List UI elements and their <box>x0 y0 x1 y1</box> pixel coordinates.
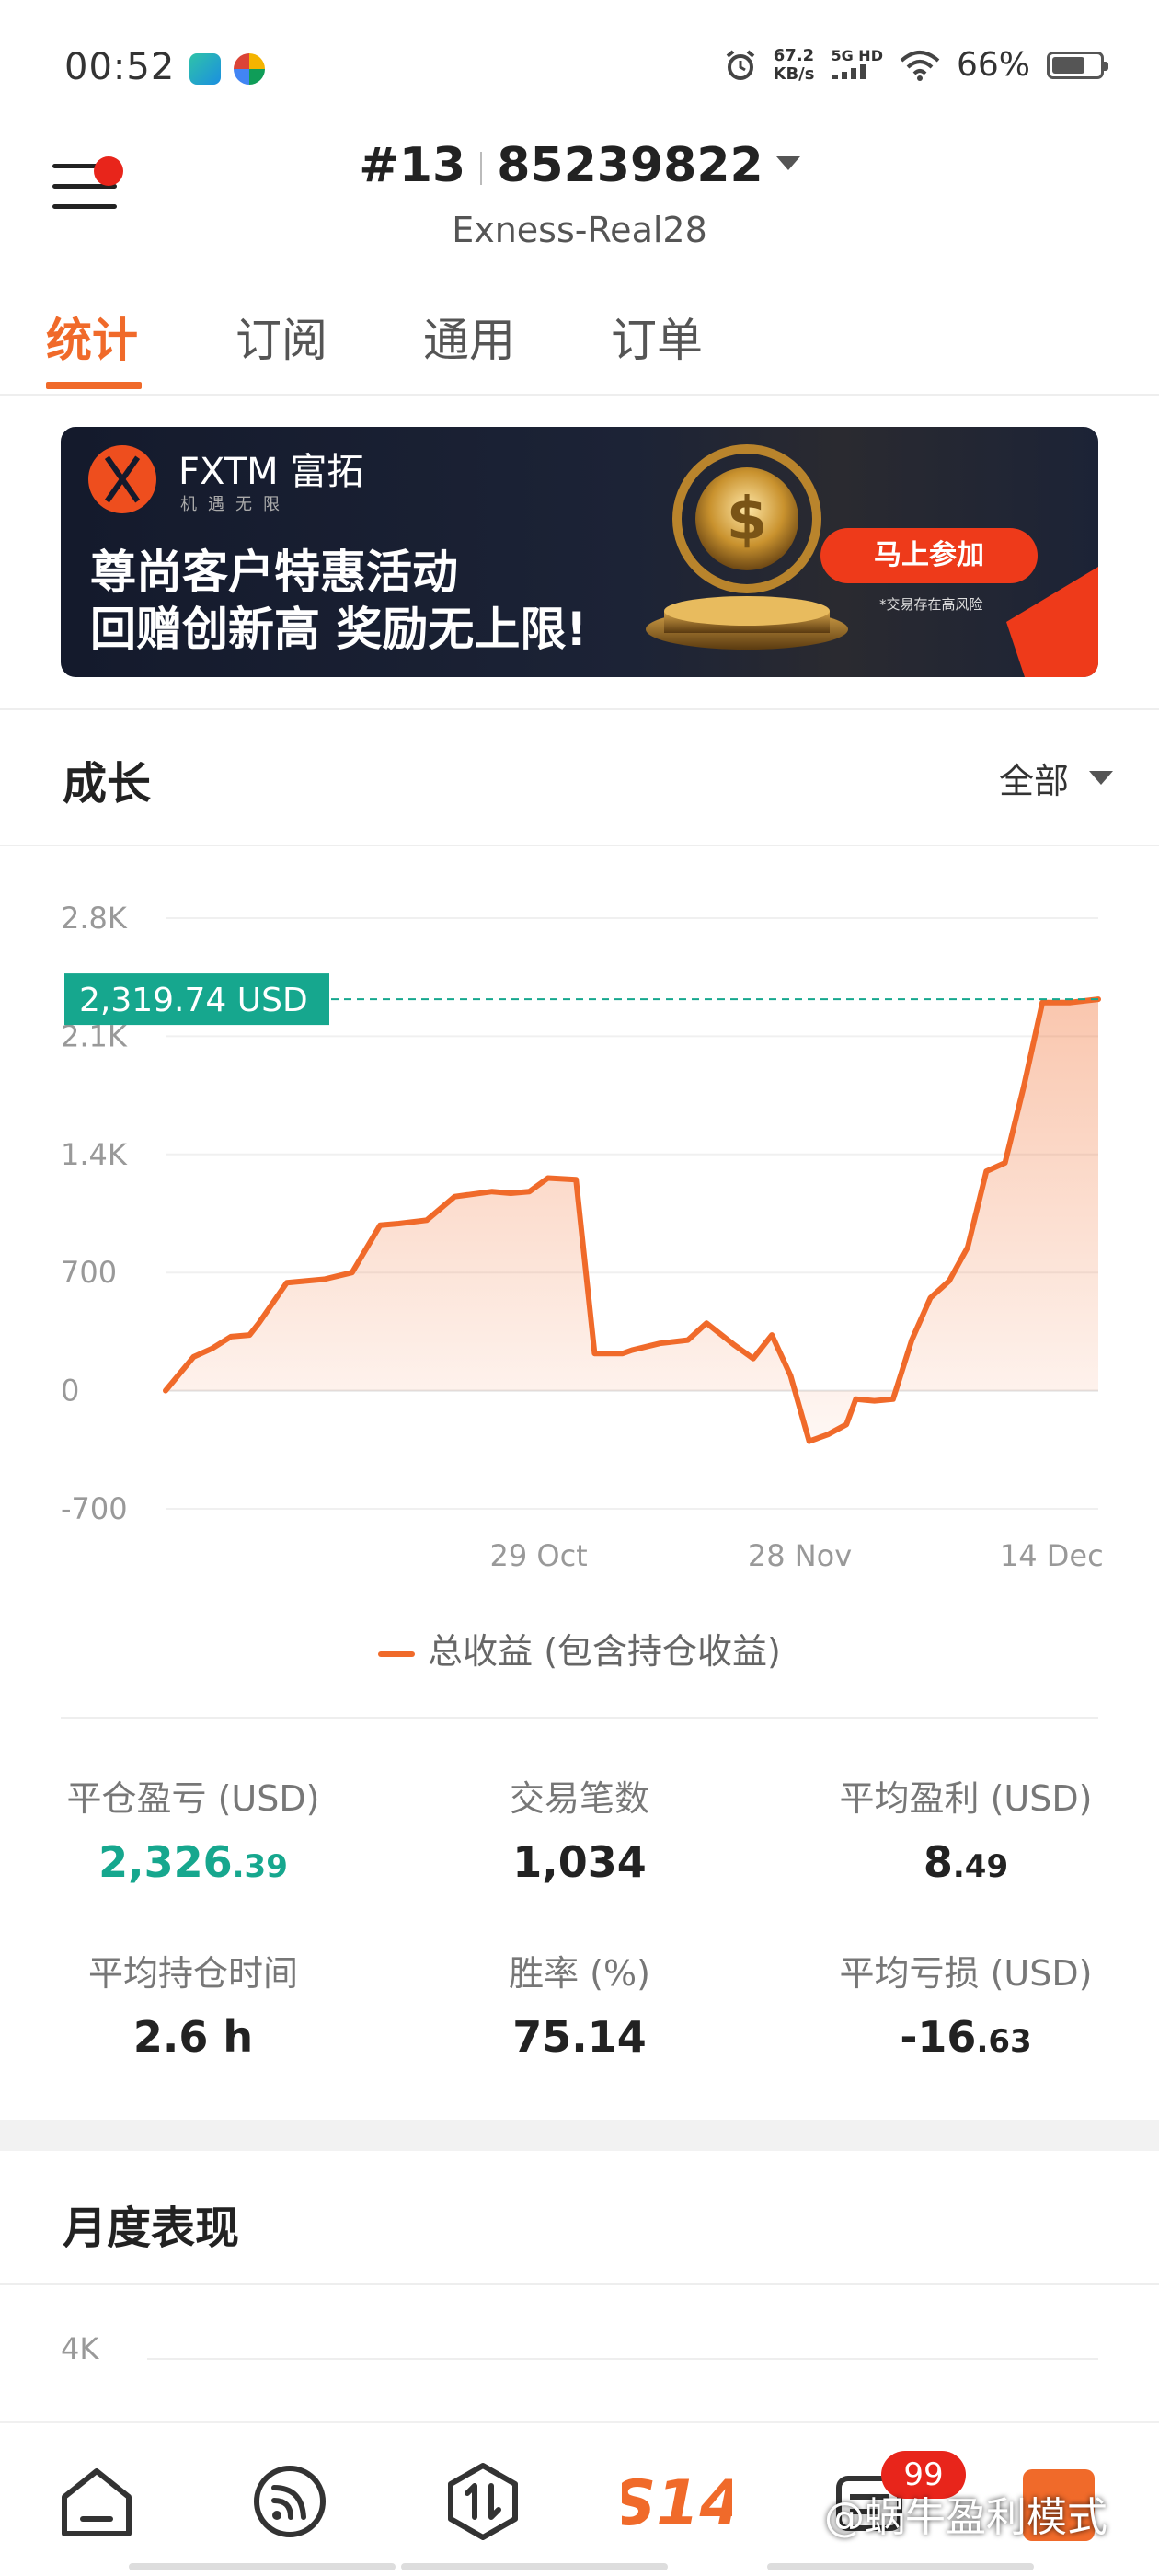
stat-label: 交易笔数 <box>509 1778 649 1819</box>
stat-label: 平均盈利 (USD) <box>839 1778 1093 1819</box>
stat-value: -16.63 <box>900 2012 1032 2062</box>
stat-value: 2.6 h <box>132 2012 254 2062</box>
current-value-label: 2,319.74 USD <box>79 982 308 1019</box>
account-number: 85239822 <box>497 138 763 193</box>
monthly-chart: 4K <box>61 2337 1098 2366</box>
chevron-down-icon <box>1089 771 1113 785</box>
banner-slogan: 机遇无限 <box>180 495 291 514</box>
stat-value: 8.49 <box>923 1837 1009 1887</box>
stat-closed-pnl: 平仓盈亏 (USD) 2,326.39 <box>0 1770 386 1887</box>
range-selector[interactable]: 全部 <box>999 753 1113 803</box>
y-tick-label: 1.4K <box>61 1137 128 1172</box>
x-tick-label: 29 Oct <box>489 1538 587 1573</box>
stat-value: 2,326.39 <box>98 1837 288 1887</box>
network-speed: 67.2 KB/s <box>773 45 815 84</box>
app-notification-icon <box>189 53 221 85</box>
trade-icon[interactable] <box>442 2460 524 2543</box>
status-time: 00:52 <box>64 46 176 88</box>
stat-value: 75.14 <box>512 2012 647 2062</box>
tab-orders[interactable]: 订单 <box>611 304 703 370</box>
status-bar: 00:52 67.2 KB/s 5G HD 66% <box>0 0 1159 138</box>
join-now-button[interactable]: 马上参加 <box>820 528 1038 583</box>
s14-logo[interactable]: S14 <box>622 2460 732 2543</box>
x-tick-label: 28 Nov <box>748 1538 852 1573</box>
server-name: Exness-Real28 <box>452 210 707 250</box>
alarm-icon <box>726 49 754 80</box>
active-tab-indicator <box>46 382 142 389</box>
legend-swatch <box>378 1650 416 1657</box>
svg-text:$: $ <box>727 486 768 554</box>
battery-icon <box>1047 51 1108 79</box>
tab-statistics[interactable]: 统计 <box>46 304 138 370</box>
feed-icon[interactable] <box>248 2460 331 2543</box>
stat-label: 胜率 (%) <box>509 1953 650 1994</box>
range-value: 全部 <box>998 761 1069 801</box>
fxtm-logo-icon <box>88 445 156 513</box>
promo-banner[interactable]: FXTM 富拓 机遇无限 尊尚客户特惠活动 回赠创新高 奖励无上限! $ 马上参… <box>61 427 1098 677</box>
x-tick-label: 14 Dec <box>1000 1538 1104 1573</box>
stat-avg-hold-time: 平均持仓时间 2.6 h <box>0 1945 386 2062</box>
account-prefix: #13 <box>359 138 466 193</box>
tab-general[interactable]: 通用 <box>423 304 515 370</box>
legend-label: 总收益 (包含持仓收益) <box>428 1631 781 1672</box>
banner-brand: FXTM 富拓 <box>178 451 364 493</box>
chart-legend: 总收益 (包含持仓收益) <box>0 1623 1159 1673</box>
battery-percent: 66% <box>956 46 1030 84</box>
tab-subscribe[interactable]: 订阅 <box>235 304 327 370</box>
stat-label: 平仓盈亏 (USD) <box>66 1778 320 1819</box>
y-tick-label: -700 <box>61 1491 128 1526</box>
gesture-bar <box>129 2563 396 2570</box>
stat-avg-loss: 平均亏损 (USD) -16.63 <box>773 1945 1159 2062</box>
signal-icon <box>832 63 866 79</box>
section-divider <box>0 708 1159 710</box>
stat-value: 1,034 <box>512 1837 647 1887</box>
growth-chart: 2.8K2.1K1.4K7000-70029 Oct 28 Nov 14 Dec2,… <box>61 901 1104 1573</box>
section-divider <box>61 1717 1098 1719</box>
svg-text:S14: S14 <box>622 2467 732 2540</box>
growth-title: 成长 <box>63 758 152 810</box>
status-app-icons <box>189 53 265 85</box>
section-divider <box>0 845 1159 846</box>
stat-label: 平均亏损 (USD) <box>839 1953 1093 1994</box>
watermark: @蜗牛盈利模式 <box>824 2494 1107 2541</box>
section-gap <box>0 2120 1159 2151</box>
y-tick-label: 2.8K <box>61 901 128 936</box>
risk-note: *交易存在高风险 <box>879 596 983 613</box>
stat-win-rate: 胜率 (%) 75.14 <box>386 1945 773 2062</box>
monthly-y-tick: 4K <box>61 2337 99 2366</box>
banner-decoration <box>1006 567 1098 677</box>
y-tick-label: 0 <box>61 1374 79 1409</box>
gesture-bar <box>767 2563 1034 2570</box>
gesture-bar <box>401 2563 668 2570</box>
stat-avg-profit: 平均盈利 (USD) 8.49 <box>773 1770 1159 1887</box>
signal-indicator: 5G HD <box>831 47 883 83</box>
y-tick-label: 700 <box>61 1255 117 1290</box>
status-indicators: 67.2 KB/s 5G HD 66% <box>724 45 1108 84</box>
stat-label: 平均持仓时间 <box>87 1953 298 1994</box>
stat-trade-count: 交易笔数 1,034 <box>386 1770 773 1887</box>
section-divider <box>0 2283 1159 2285</box>
banner-subheadline: 回赠创新高 奖励无上限! <box>90 603 588 656</box>
series-area <box>166 999 1098 1442</box>
account-selector[interactable]: #13 85239822 <box>0 138 1159 193</box>
monthly-title: 月度表现 <box>63 2202 240 2254</box>
tab-bar: 统计 订阅 通用 订单 <box>0 294 1159 396</box>
home-icon[interactable] <box>55 2460 138 2543</box>
chevron-down-icon <box>775 155 800 170</box>
app-notification-icon <box>234 53 265 85</box>
wifi-icon <box>900 50 940 81</box>
